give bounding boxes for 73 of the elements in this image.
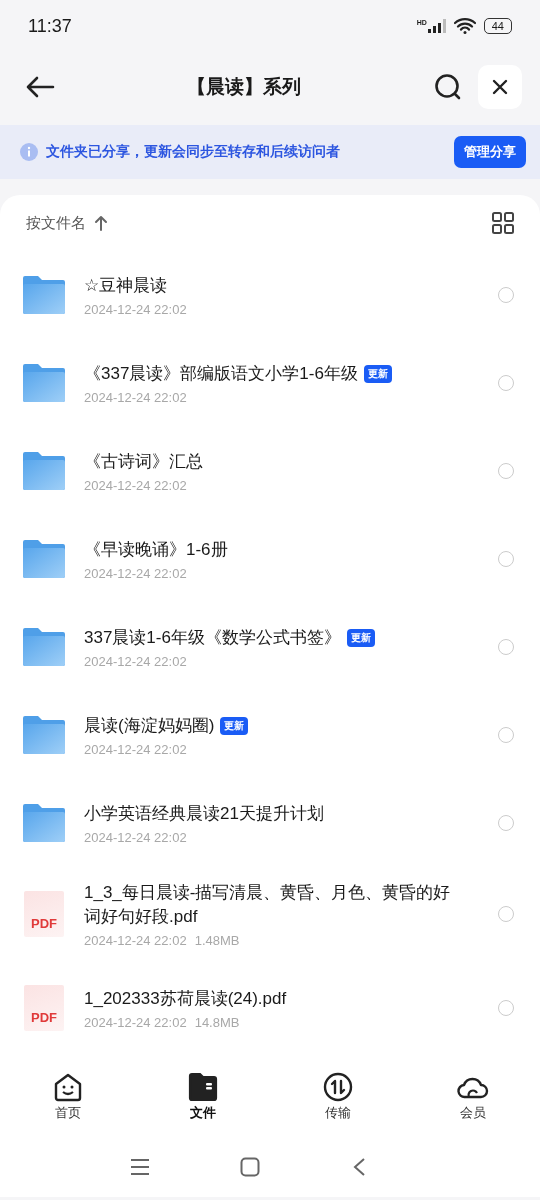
folder-icon	[186, 1072, 219, 1102]
select-radio[interactable]	[498, 639, 514, 655]
file-row[interactable]: 《早读晚诵》1-6册 2024-12-24 22:02	[0, 515, 540, 603]
folder-icon	[22, 451, 66, 491]
update-badge: 更新	[220, 716, 249, 735]
file-size: 14.8MB	[194, 1014, 240, 1030]
status-time: 11:37	[28, 15, 72, 37]
file-name: 1_3_每日晨读-描写清晨、黄昏、月色、黄昏的好词好句好段.pdf	[84, 881, 452, 928]
file-row[interactable]: ☆豆神晨读 2024-12-24 22:02	[0, 251, 540, 339]
file-row[interactable]: 《337晨读》部编版语文小学1-6年级 更新 2024-12-24 22:02	[0, 339, 540, 427]
folder-icon	[22, 275, 66, 315]
select-radio[interactable]	[498, 727, 514, 743]
file-date: 2024-12-24 22:02	[84, 1014, 187, 1030]
close-button[interactable]	[478, 65, 522, 109]
pdf-file-icon: PDF	[24, 891, 64, 937]
share-notice: 文件夹已分享，更新会同步至转存和后续访问者	[46, 143, 341, 161]
info-icon	[20, 143, 38, 161]
file-date: 2024-12-24 22:02	[84, 741, 187, 757]
folder-icon	[22, 539, 66, 579]
file-date: 2024-12-24 22:02	[84, 477, 187, 493]
file-date: 2024-12-24 22:02	[84, 653, 187, 669]
select-radio[interactable]	[498, 375, 514, 391]
back-arrow-icon	[25, 75, 55, 99]
folder-icon	[22, 627, 66, 667]
file-name: ☆豆神晨读	[84, 274, 168, 297]
file-row[interactable]: PDF 1_202333苏荷晨读(24).pdf 2024-12-24 22:02 14.8MB	[0, 961, 540, 1055]
nav-tab[interactable]: 会员	[449, 1070, 496, 1124]
nav-tab[interactable]: 文件	[180, 1070, 225, 1124]
home-square-icon[interactable]	[240, 1157, 260, 1177]
select-radio[interactable]	[498, 1000, 514, 1016]
file-name: 1_202333苏荷晨读(24).pdf	[84, 987, 287, 1010]
manage-share-button[interactable]: 管理分享	[454, 136, 526, 168]
file-row[interactable]: 晨读(海淀妈妈圈) 更新 2024-12-24 22:02	[0, 691, 540, 779]
pdf-file-icon: PDF	[24, 985, 64, 1031]
select-radio[interactable]	[498, 815, 514, 831]
search-icon	[434, 73, 462, 101]
page-title: 【晨读】系列	[186, 75, 302, 99]
file-name: 337晨读1-6年级《数学公式书签》	[84, 626, 341, 649]
transfer-icon	[321, 1072, 354, 1102]
wifi-icon	[453, 18, 476, 34]
folder-icon	[22, 363, 66, 403]
file-date: 2024-12-24 22:02	[84, 301, 187, 317]
file-date: 2024-12-24 22:02	[84, 932, 187, 948]
file-name: 小学英语经典晨读21天提升计划	[84, 802, 324, 825]
file-size: 1.48MB	[194, 932, 240, 948]
sort-arrow-icon[interactable]	[94, 215, 108, 231]
file-date: 2024-12-24 22:02	[84, 829, 187, 845]
select-radio[interactable]	[498, 287, 514, 303]
select-radio[interactable]	[498, 463, 514, 479]
nav-tab[interactable]: 首页	[45, 1070, 90, 1124]
select-radio[interactable]	[498, 551, 514, 567]
update-badge: 更新	[346, 628, 375, 647]
close-icon	[492, 79, 508, 95]
grid-view-icon[interactable]	[492, 212, 514, 234]
nav-tab[interactable]: 传输	[315, 1070, 360, 1124]
file-row[interactable]: PDF 1_3_每日晨读-描写清晨、黄昏、月色、黄昏的好词好句好段.pdf 2024-12-24 22:02 1.48MB	[0, 867, 540, 961]
file-row[interactable]: 《古诗词》汇总 2024-12-24 22:02	[0, 427, 540, 515]
folder-icon	[22, 715, 66, 755]
file-row[interactable]: 小学英语经典晨读21天提升计划 2024-12-24 22:02	[0, 779, 540, 867]
battery-level: 44	[483, 18, 512, 34]
file-name: 《早读晚诵》1-6册	[84, 538, 228, 561]
signal-icon	[427, 19, 446, 33]
file-name: 晨读(海淀妈妈圈)	[84, 714, 215, 737]
file-date: 2024-12-24 22:02	[84, 389, 187, 405]
update-badge: 更新	[363, 364, 392, 383]
file-name: 《古诗词》汇总	[84, 450, 203, 473]
file-row[interactable]: 337晨读1-6年级《数学公式书签》 更新 2024-12-24 22:02	[0, 603, 540, 691]
select-radio[interactable]	[498, 906, 514, 922]
menu-icon[interactable]	[130, 1158, 150, 1176]
file-name: 《337晨读》部编版语文小学1-6年级	[84, 362, 358, 385]
folder-icon	[22, 803, 66, 843]
sort-label[interactable]: 按文件名	[26, 213, 86, 233]
file-date: 2024-12-24 22:02	[84, 565, 187, 581]
